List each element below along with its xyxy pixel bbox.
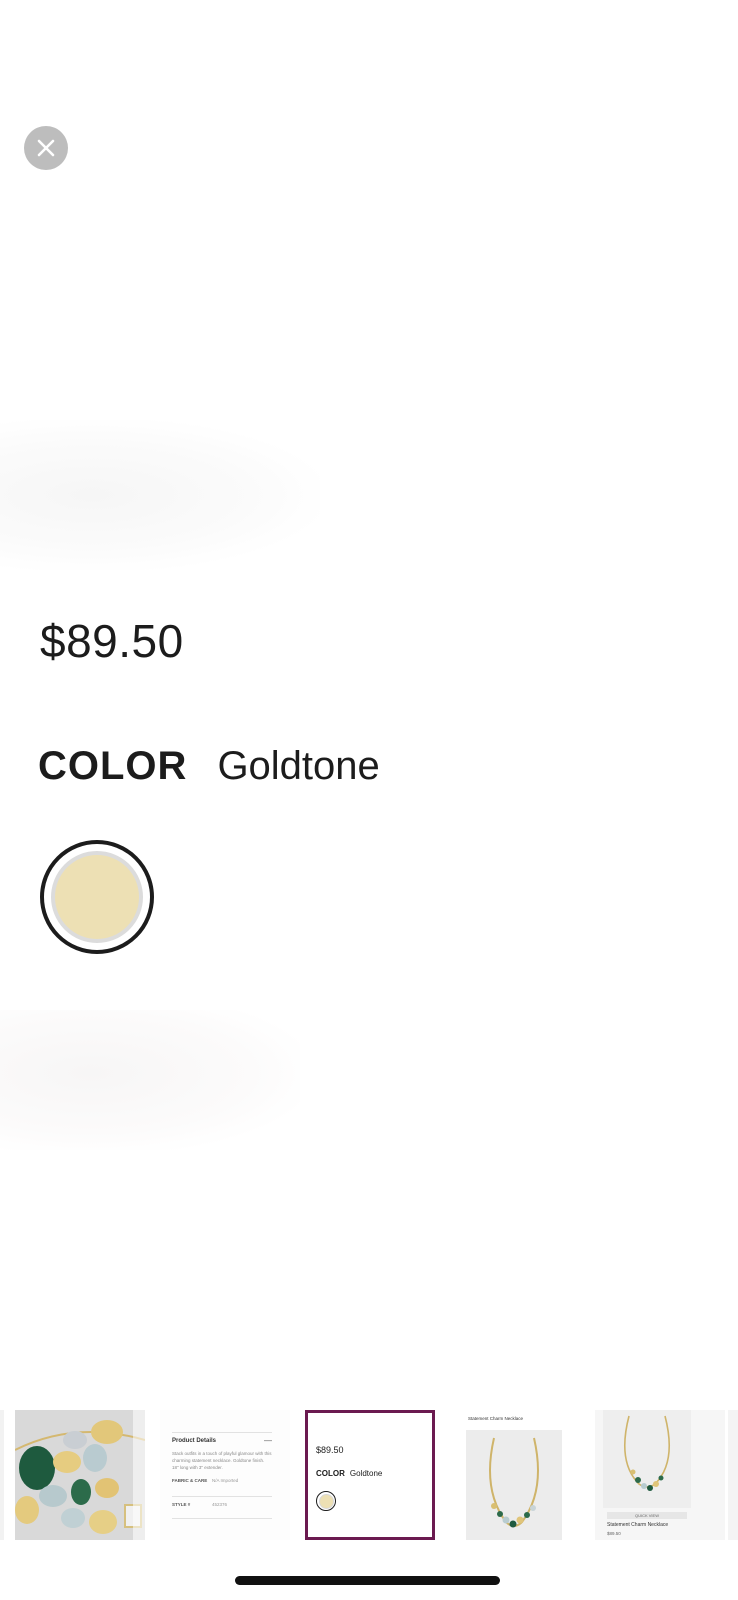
thumbnail-product-card[interactable]: QUICK VIEW Statement Charm Necklace $89.… xyxy=(595,1410,725,1540)
details-description: Stack outfits in a touch of playful glam… xyxy=(172,1451,272,1470)
thumbnail-swatch-fill xyxy=(318,1493,334,1509)
fabric-value: N/A Imported xyxy=(212,1478,239,1483)
divider xyxy=(172,1518,272,1519)
collapse-icon: — xyxy=(264,1436,272,1445)
thumbnail-partial-left[interactable] xyxy=(0,1410,4,1540)
product-price: $89.50 xyxy=(40,615,184,667)
style-label: STYLE # xyxy=(172,1502,191,1507)
color-swatch-goldtone[interactable] xyxy=(40,840,154,954)
thumbnail-color-row: COLOR Goldtone xyxy=(316,1469,382,1478)
style-value: 452376 xyxy=(212,1502,228,1507)
thumbnail-color-label: COLOR xyxy=(316,1469,345,1478)
necklace-closeup-image xyxy=(15,1410,145,1540)
divider xyxy=(172,1432,272,1433)
divider xyxy=(172,1496,272,1497)
color-label: COLOR xyxy=(38,744,188,788)
swatch-fill xyxy=(51,851,143,943)
thumbnail-necklace-closeup[interactable] xyxy=(15,1410,145,1540)
color-row: COLOR Goldtone xyxy=(38,744,380,789)
product-zoom-screen: $89.50 COLOR Goldtone Product Details — … xyxy=(0,0,738,1600)
necklace-card-image xyxy=(603,1410,691,1508)
home-indicator[interactable] xyxy=(235,1576,500,1585)
thumbnail-price: $89.50 xyxy=(316,1445,344,1455)
color-value: Goldtone xyxy=(217,744,380,788)
background-shadow xyxy=(0,420,320,570)
thumbnail-product-details[interactable]: Product Details — Stack outfits in a tou… xyxy=(160,1410,290,1540)
thumbnail-header-text: Statement Charm Necklace xyxy=(468,1416,524,1421)
details-title: Product Details xyxy=(172,1438,217,1444)
product-card-name: Statement Charm Necklace xyxy=(607,1522,669,1528)
product-card-image xyxy=(603,1410,691,1508)
quick-view-button[interactable]: QUICK VIEW xyxy=(607,1512,687,1519)
thumbnail-partial-right[interactable] xyxy=(728,1410,738,1540)
fabric-label: FABRIC & CARE xyxy=(172,1478,208,1483)
necklace-image xyxy=(466,1430,562,1540)
thumbnail-necklace-full[interactable]: Statement Charm Necklace xyxy=(450,1410,580,1540)
background-shadow xyxy=(0,1010,300,1150)
necklace-full-image xyxy=(466,1430,562,1540)
close-button[interactable] xyxy=(24,126,68,170)
product-card-price: $89.50 xyxy=(607,1531,621,1536)
thumbnail-swatch xyxy=(316,1491,336,1511)
thumbnail-color-value: Goldtone xyxy=(349,1469,383,1478)
close-icon xyxy=(37,139,55,157)
thumbnail-price-color-selected[interactable]: $89.50 COLOR Goldtone xyxy=(305,1410,435,1540)
